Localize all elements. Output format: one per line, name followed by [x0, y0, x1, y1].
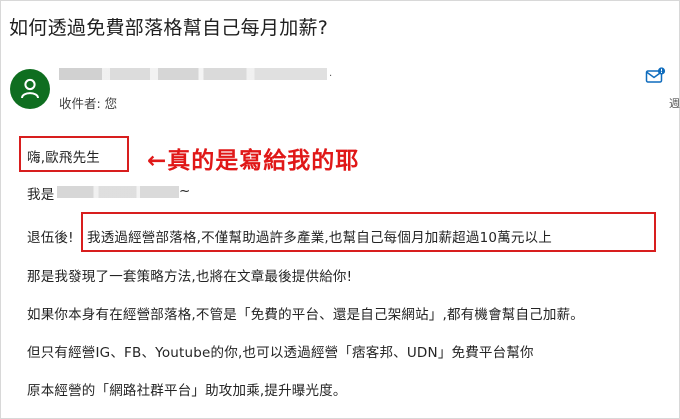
paragraph-1-highlight: 我透過經營部落格,不僅幫助過許多產業,也幫自己每個月加薪超過10萬元以上	[87, 230, 552, 246]
paragraph-2: 那是我發現了一套策略方法,也將在文章最後提供給你!	[27, 269, 353, 285]
person-icon	[21, 78, 39, 99]
greeting-text: 嗨,歐飛先生	[27, 150, 100, 166]
date-label-cut: 週	[669, 97, 680, 110]
mail-notification-icon[interactable]	[645, 67, 667, 85]
paragraph-4: 但只有經營IG、FB、Youtube的你,也可以透過經營「痞客邦、UDN」免費平…	[27, 345, 534, 361]
paragraph-3: 如果你本身有在經營部落格,不管是「免費的平台、還是自己架網站」,都有機會幫自己加…	[27, 307, 584, 323]
paragraph-1-prefix: 退伍後!	[27, 230, 74, 246]
paragraph-5: 原本經營的「網路社群平台」助攻加乘,提升曝光度。	[27, 383, 347, 399]
recipient-line: 收件者: 您	[59, 96, 118, 111]
avatar[interactable]	[10, 69, 50, 109]
intro-prefix: 我是	[27, 187, 55, 203]
annotation-text: ←真的是寫給我的耶	[147, 148, 360, 174]
email-subject: 如何透過免費部落格幫自己每月加薪?	[9, 17, 329, 39]
sender-separator: ·	[329, 71, 333, 82]
sender-name-redacted	[59, 68, 327, 80]
email-reading-pane: 如何透過免費部落格幫自己每月加薪? · 收件者: 您 週 嗨,歐飛先生 ←真的是…	[0, 0, 680, 419]
intro-suffix: ~	[179, 183, 191, 199]
author-name-redacted	[57, 186, 179, 198]
